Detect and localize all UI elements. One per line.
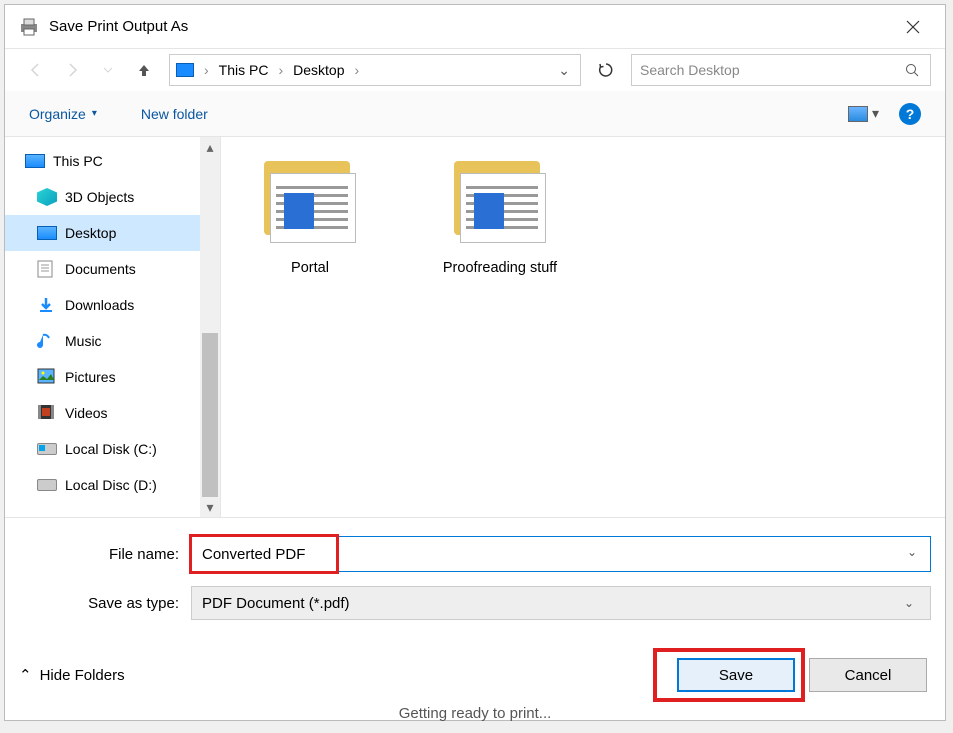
scroll-up-button[interactable]: ▴	[200, 137, 220, 157]
nav-music[interactable]: Music	[5, 323, 220, 359]
search-icon	[902, 63, 922, 77]
background-status-text: Getting ready to print...	[399, 705, 552, 722]
search-box[interactable]	[631, 54, 931, 86]
address-bar[interactable]: › This PC › Desktop › ⌄	[169, 54, 581, 86]
nav-desktop[interactable]: Desktop	[5, 215, 220, 251]
refresh-button[interactable]	[589, 54, 623, 86]
video-icon	[37, 404, 57, 422]
save-button[interactable]: Save	[677, 658, 795, 692]
cancel-button[interactable]: Cancel	[809, 658, 927, 692]
nav-videos[interactable]: Videos	[5, 395, 220, 431]
nav-this-pc[interactable]: This PC	[5, 143, 220, 179]
forward-button[interactable]	[55, 53, 89, 87]
save-as-type-label: Save as type:	[35, 595, 191, 612]
organize-menu[interactable]: Organize▾	[29, 106, 97, 122]
navigation-pane: This PC 3D Objects Desktop Documents Dow…	[5, 137, 221, 517]
folder-icon	[450, 153, 550, 253]
nav-documents[interactable]: Documents	[5, 251, 220, 287]
up-button[interactable]	[127, 53, 161, 87]
disk-icon	[37, 443, 57, 455]
nav-disk-c[interactable]: Local Disk (C:)	[5, 431, 220, 467]
address-dropdown[interactable]: ⌄	[558, 62, 576, 79]
scroll-down-button[interactable]: ▾	[200, 497, 220, 517]
nav-pictures[interactable]: Pictures	[5, 359, 220, 395]
document-icon	[37, 260, 57, 278]
folder-icon	[260, 153, 360, 253]
breadcrumb-this-pc[interactable]: This PC	[213, 62, 275, 78]
nav-disk-d[interactable]: Local Disc (D:)	[5, 467, 220, 503]
hide-folders-toggle[interactable]: ⌃ Hide Folders	[19, 666, 125, 684]
disk-icon	[37, 479, 57, 491]
chevron-down-icon: ⌄	[898, 596, 920, 610]
dialog-title: Save Print Output As	[49, 18, 893, 35]
monitor-icon	[37, 226, 57, 240]
chevron-right-icon: ›	[200, 62, 213, 78]
search-input[interactable]	[640, 62, 902, 78]
monitor-icon	[176, 63, 194, 77]
file-name-label: File name:	[35, 546, 191, 563]
picture-icon	[37, 368, 57, 386]
nav-3d-objects[interactable]: 3D Objects	[5, 179, 220, 215]
annotation-highlight: Save	[663, 658, 795, 692]
chevron-right-icon: ›	[351, 62, 364, 78]
breadcrumb-desktop[interactable]: Desktop	[287, 62, 350, 78]
folder-proofreading[interactable]: Proofreading stuff	[435, 153, 565, 278]
pc-icon	[25, 154, 45, 168]
chevron-right-icon: ›	[274, 62, 287, 78]
scrollbar[interactable]: ▴ ▾	[200, 137, 220, 517]
printer-icon	[17, 15, 41, 39]
back-button[interactable]	[19, 53, 53, 87]
download-icon	[37, 296, 57, 314]
filename-history-dropdown[interactable]: ⌄	[901, 545, 923, 559]
view-icon	[848, 106, 868, 122]
scroll-thumb[interactable]	[202, 333, 218, 497]
save-as-type-dropdown[interactable]: PDF Document (*.pdf) ⌄	[191, 586, 931, 620]
file-name-input[interactable]	[191, 536, 931, 572]
chevron-up-icon: ⌃	[19, 666, 32, 684]
recent-dropdown[interactable]	[91, 53, 125, 87]
nav-downloads[interactable]: Downloads	[5, 287, 220, 323]
folder-portal[interactable]: Portal	[245, 153, 375, 278]
new-folder-button[interactable]: New folder	[141, 106, 208, 122]
title-bar: Save Print Output As	[5, 5, 945, 49]
cube-icon	[37, 188, 57, 206]
music-icon	[37, 332, 57, 350]
close-button[interactable]	[893, 7, 933, 47]
file-list[interactable]: Portal Proofreading stuff	[221, 137, 945, 517]
help-button[interactable]: ?	[899, 103, 921, 125]
view-dropdown[interactable]: ▾	[872, 105, 879, 122]
